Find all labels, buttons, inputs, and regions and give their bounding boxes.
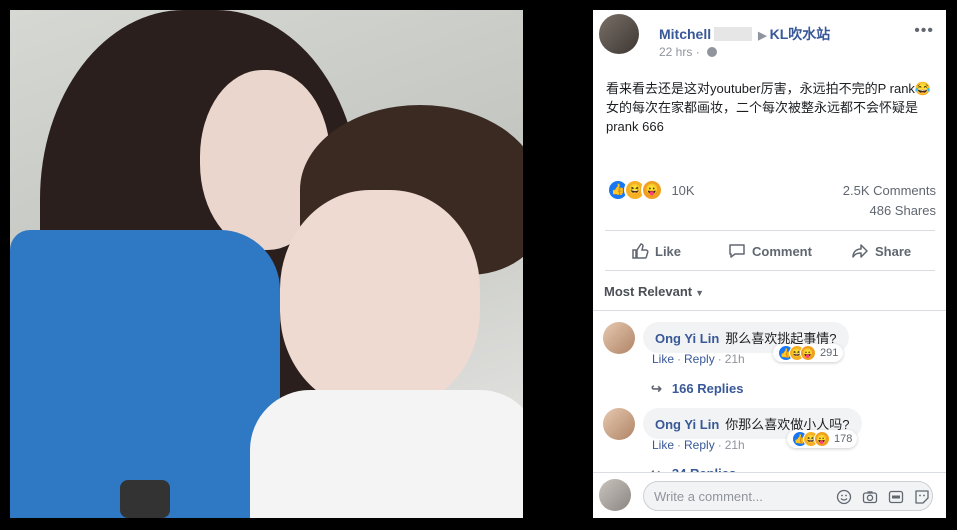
separator: ·	[717, 352, 722, 366]
post-text: 看来看去还是这对youtuber厉害，永远拍不完的P rank😂女的每次在家都画…	[606, 81, 932, 134]
comment-reaction-count: 291	[820, 347, 839, 359]
shares-count-link[interactable]: 486 Shares	[870, 203, 937, 218]
divider	[605, 270, 935, 271]
like-button[interactable]: Like	[631, 242, 681, 260]
group-name-link[interactable]: KL吹水站	[770, 26, 831, 42]
author-avatar[interactable]	[599, 14, 639, 54]
sticker-icon[interactable]	[914, 489, 930, 505]
replies-count: 166 Replies	[671, 381, 744, 396]
comment-sort-label: Most Relevant	[604, 284, 693, 299]
camera-icon[interactable]	[862, 489, 878, 505]
commenter-avatar[interactable]	[603, 408, 635, 440]
wow-reaction-icon: 😛	[641, 179, 663, 201]
comment-actions: Like · Reply · 21h	[652, 352, 745, 366]
wow-reaction-icon: 😛	[814, 431, 830, 447]
separator: ·	[677, 438, 682, 452]
post-header: Mitchell ▶ KL吹水站 ••• 22 hrs ·	[593, 10, 946, 70]
like-icon	[632, 243, 649, 259]
comment-reactions[interactable]: 👍 😆 😛 178	[787, 430, 858, 448]
meta-separator: ·	[695, 45, 700, 59]
gif-icon[interactable]	[888, 489, 904, 505]
reaction-summary[interactable]: 👍 😆 😛 10K	[607, 179, 695, 201]
blurred-surname	[714, 27, 753, 41]
commenter-avatar[interactable]	[603, 322, 635, 354]
comment-reaction-count: 178	[834, 433, 853, 445]
separator: ·	[717, 438, 722, 452]
divider	[593, 310, 946, 311]
post-side-panel: Mitchell ▶ KL吹水站 ••• 22 hrs · 看来看去还是这对yout…	[593, 10, 946, 518]
dropdown-caret-icon: ▼	[695, 288, 705, 298]
photo-viewer	[0, 0, 593, 530]
separator: ·	[677, 352, 682, 366]
share-button[interactable]: Share	[851, 242, 911, 260]
photo-watch	[120, 480, 170, 518]
comment-composer	[593, 472, 946, 518]
globe-icon	[707, 47, 718, 57]
comment-actions: Like · Reply · 21h	[652, 438, 745, 452]
comment-time[interactable]: 21h	[725, 438, 745, 452]
share-icon	[852, 244, 868, 258]
commenter-name[interactable]: Ong Yi Lin	[655, 331, 719, 346]
divider	[605, 230, 935, 231]
post-photo[interactable]	[10, 10, 523, 518]
share-button-label: Share	[875, 243, 912, 259]
comments-count-link[interactable]: 2.5K Comments	[843, 183, 936, 198]
like-button-label: Like	[655, 243, 682, 259]
photo-white-shirt	[250, 390, 523, 518]
comment-like-link[interactable]: Like	[652, 352, 674, 366]
commenter-name[interactable]: Ong Yi Lin	[655, 417, 719, 432]
wow-reaction-icon: 😛	[800, 345, 816, 361]
reactions-count: 10K	[671, 182, 695, 198]
comment-button-label: Comment	[752, 243, 812, 259]
author-line: Mitchell ▶ KL吹水站	[659, 24, 830, 44]
reply-arrow-icon: ↪	[651, 381, 662, 396]
view-replies-link[interactable]: ↪ 166 Replies	[651, 381, 743, 397]
post-meta: 22 hrs ·	[659, 45, 718, 59]
composer-icons	[836, 489, 930, 505]
comment-reply-link[interactable]: Reply	[684, 438, 715, 452]
share-arrow-icon: ▶	[758, 30, 767, 42]
photo-man-face	[280, 190, 480, 410]
comment-icon	[729, 244, 745, 258]
emoji-icon[interactable]	[836, 489, 852, 505]
author-name-link[interactable]: Mitchell	[659, 26, 711, 42]
comment-time[interactable]: 21h	[725, 352, 745, 366]
comment-reactions[interactable]: 👍 😆 😛 291	[773, 344, 844, 362]
photo-blue-apron	[10, 230, 280, 518]
comment-reply-link[interactable]: Reply	[684, 352, 715, 366]
post-actions-bar: Like Comment Share	[593, 238, 946, 266]
more-options-icon[interactable]: •••	[914, 22, 934, 40]
comment-like-link[interactable]: Like	[652, 438, 674, 452]
current-user-avatar	[599, 479, 631, 511]
post-timestamp[interactable]: 22 hrs	[659, 45, 692, 59]
comment-sort-dropdown[interactable]: Most Relevant ▼	[604, 284, 704, 299]
comment-button[interactable]: Comment	[728, 242, 812, 260]
